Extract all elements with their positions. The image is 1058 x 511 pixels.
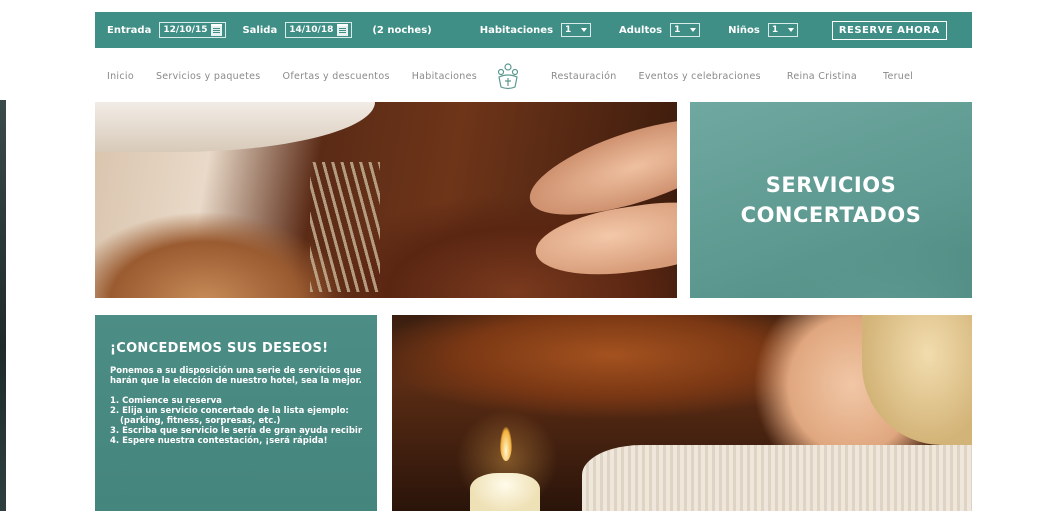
checkin-date-field[interactable]: 12/10/15 xyxy=(159,22,227,38)
calendar-icon[interactable] xyxy=(337,24,349,36)
nav-item-habitaciones[interactable]: Habitaciones xyxy=(412,71,477,82)
checkout-label: Salida xyxy=(242,24,278,36)
wishes-title: ¡CONCEDEMOS SUS DESEOS! xyxy=(110,341,329,356)
rooms-group: Habitaciones 1 xyxy=(479,23,592,37)
adults-group: Adultos 1 xyxy=(619,23,701,37)
children-value: 1 xyxy=(771,25,779,35)
chevron-down-icon xyxy=(581,28,588,32)
booking-bar: Entrada 12/10/15 Salida 14/10/18 (2 noch… xyxy=(95,12,972,48)
flame-icon xyxy=(500,427,512,461)
adults-select[interactable]: 1 xyxy=(670,23,701,37)
main-nav: Inicio Servicios y paquetes Ofertas y de… xyxy=(95,56,972,96)
nav-item-servicios[interactable]: Servicios y paquetes xyxy=(156,71,261,82)
reserve-now-button[interactable]: RESERVE AHORA xyxy=(831,20,947,40)
services-panel-title: SERVICIOS CONCERTADOS xyxy=(741,170,922,230)
services-title-line2: CONCERTADOS xyxy=(740,203,922,227)
checkout-date-value: 14/10/18 xyxy=(289,25,334,35)
children-select[interactable]: 1 xyxy=(767,23,798,37)
nav-item-reina-cristina[interactable]: Reina Cristina xyxy=(787,71,857,82)
list-item: 1. Comience su reserva xyxy=(110,396,222,406)
wishes-panel: ¡CONCEDEMOS SUS DESEOS! Ponemos a su dis… xyxy=(95,315,377,511)
wishes-steps-list: 1. Comience su reserva 2. Elija un servi… xyxy=(110,396,363,446)
rooms-value: 1 xyxy=(565,25,572,35)
list-item: 2. Elija un servicio concertado de la li… xyxy=(110,406,349,426)
nav-item-teruel[interactable]: Teruel xyxy=(883,71,913,82)
adults-label: Adultos xyxy=(619,24,663,36)
list-item: 4. Espere nuestra contestación, ¡será rá… xyxy=(110,436,328,446)
nav-item-ofertas[interactable]: Ofertas y descuentos xyxy=(283,71,390,82)
services-title-line1: SERVICIOS xyxy=(765,173,897,197)
list-item: 3. Escriba que servicio le sería de gran… xyxy=(110,426,363,436)
children-group: Niños 1 xyxy=(728,23,798,37)
hotel-logo-icon[interactable] xyxy=(491,59,525,93)
checkout-group: Salida 14/10/18 xyxy=(242,22,353,38)
towel-shape xyxy=(95,102,375,152)
towel-shape xyxy=(582,445,972,511)
chevron-down-icon xyxy=(690,28,697,32)
children-label: Niños xyxy=(728,24,760,36)
candle-shape xyxy=(470,473,540,511)
checkout-date-field[interactable]: 14/10/18 xyxy=(285,22,353,38)
massage-hero-image xyxy=(95,102,677,298)
nights-count: (2 noches) xyxy=(372,24,432,36)
spa-relax-image xyxy=(392,315,972,511)
nav-item-eventos[interactable]: Eventos y celebraciones xyxy=(639,71,761,82)
nav-item-restauracion[interactable]: Restauración xyxy=(551,71,617,82)
wishes-intro: Ponemos a su disposición una serie de se… xyxy=(110,366,362,386)
adults-value: 1 xyxy=(674,25,681,35)
checkin-date-value: 12/10/15 xyxy=(163,25,208,35)
calendar-icon[interactable] xyxy=(211,24,223,36)
chevron-down-icon xyxy=(787,28,794,32)
nav-item-inicio[interactable]: Inicio xyxy=(107,71,134,82)
checkin-group: Entrada 12/10/15 xyxy=(107,22,227,38)
checkin-label: Entrada xyxy=(107,24,152,36)
left-edge-background xyxy=(0,100,6,511)
rooms-label: Habitaciones xyxy=(479,24,554,36)
services-panel[interactable]: SERVICIOS CONCERTADOS xyxy=(690,102,972,298)
rooms-select[interactable]: 1 xyxy=(561,23,592,37)
herbs-decoration xyxy=(310,162,380,292)
hair-shape xyxy=(862,315,972,445)
